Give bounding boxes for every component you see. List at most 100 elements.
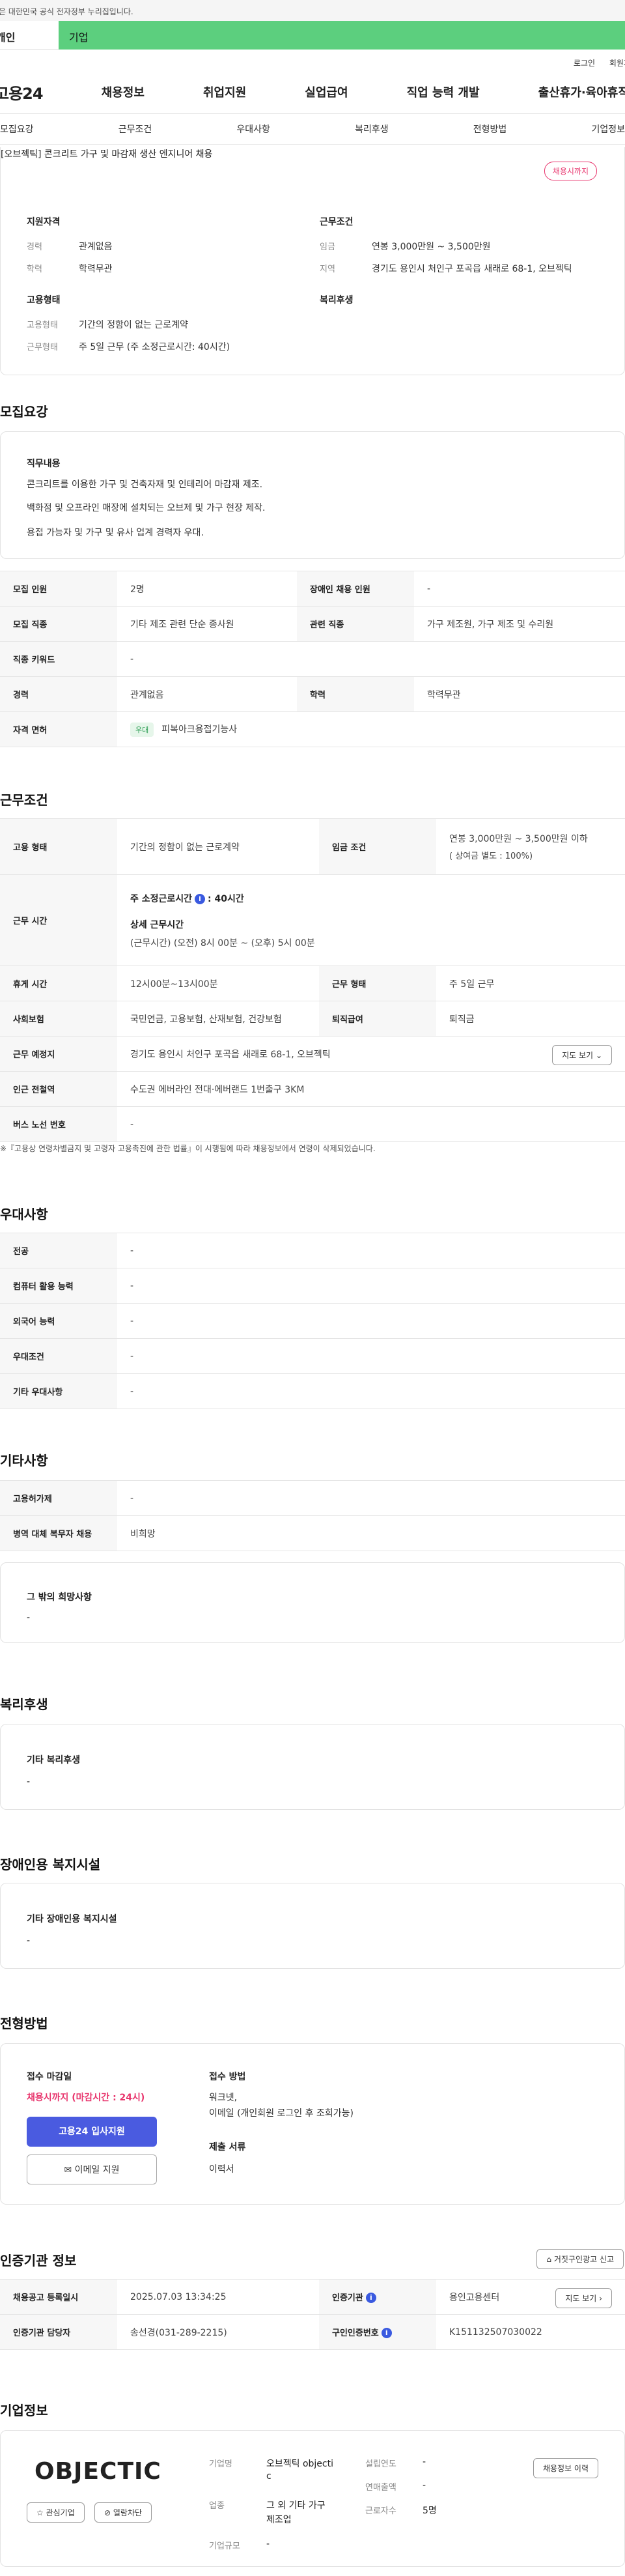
rest-value: 12시00분~13시00분 — [117, 966, 319, 1001]
info-icon[interactable]: i — [381, 2328, 392, 2339]
emp-type-row: 고용형태 기간의 정함이 없는 근로계약 — [27, 318, 230, 331]
pref-row-header: 우대조건 — [0, 1338, 117, 1374]
job-summary-card: [오브젝틱] 콘크리트 가구 및 마감재 생산 엔지니어 채용 채용시까지 지원… — [0, 147, 625, 375]
favorite-company-button[interactable]: ☆ 관심기업 — [27, 2502, 85, 2523]
welfare-group: 복리후생 — [320, 293, 354, 318]
false-ad-report-button[interactable]: ⌂ 거짓구인광고 신고 — [536, 2249, 624, 2269]
age-law-note: ※『고용상 연령차별금지 및 고령자 고용촉진에 관한 법률』이 시행됨에 따라… — [0, 1144, 376, 1153]
apply-button[interactable]: 고용24 입사지원 — [27, 2117, 157, 2147]
agency-map-label: 지도 보기 — [565, 2294, 597, 2303]
bus-header: 버스 노선 번호 — [0, 1106, 117, 1142]
info-icon[interactable]: i — [365, 2293, 376, 2304]
block-icon: ⊘ — [104, 2508, 111, 2517]
method-title: 접수 방법 — [209, 2072, 246, 2082]
subnav-company[interactable]: 기업정보 — [591, 122, 625, 136]
emp-form-row: 근무형태 주 5일 근무 (주 소정근로시간: 40시간) — [27, 340, 230, 353]
pref-row-header: 전공 — [0, 1233, 117, 1268]
qual-career-key: 경력 — [27, 242, 42, 252]
no-header-label: 구인인증번호 — [332, 2328, 379, 2338]
subnav-recruit[interactable]: 모집요강 — [0, 122, 34, 136]
recruit-history-button[interactable]: 채용정보 이력 — [533, 2458, 598, 2478]
email-apply-button[interactable]: ✉ 이메일 지원 — [27, 2154, 157, 2184]
login-link[interactable]: 로그인 — [574, 59, 595, 68]
pref-row-header: 기타 우대사항 — [0, 1373, 117, 1409]
worktype-value: 주 5일 근무 — [436, 966, 625, 1001]
qualification-group: 지원자격 경력 관계없음 학력 학력무관 — [27, 215, 113, 284]
condition-group: 근무조건 임금 연봉 3,000만원 ~ 3,500만원 지역 경기도 용인시 처인… — [320, 215, 572, 284]
table-row: 경력 관계없음 학력 학력무관 — [0, 676, 625, 712]
employment-type-group: 고용형태 고용형태 기간의 정함이 없는 근로계약 근무형태 주 5일 근무 (주 … — [27, 293, 230, 362]
cond-region-row: 지역 경기도 용인시 처인구 포곡읍 새래로 68-1, 오브젝틱 — [320, 262, 572, 275]
pref-row-value: - — [117, 1373, 625, 1409]
table-row: 전공 - — [0, 1233, 625, 1268]
tab-company[interactable]: 기업 — [59, 21, 625, 50]
map-view-button[interactable]: 지도 보기 ⌄ — [552, 1045, 612, 1065]
welfare-section-title: 복리후생 — [0, 1696, 48, 1712]
subway-value: 수도권 에버라인 전대·에버랜드 1번출구 3KM — [117, 1071, 625, 1107]
gnb-menu-training[interactable]: 직업 능력 개발 — [407, 83, 480, 100]
etc-wish-card: 그 밖의 희망사항 - — [0, 1562, 625, 1643]
founded-header: 설립연도 — [365, 2459, 396, 2469]
gnb-menu-unemployment-benefit[interactable]: 실업급여 — [305, 83, 348, 100]
agency-section-title: 인증기관 정보 — [0, 2253, 77, 2268]
emptype-value: 기간의 정함이 없는 근로계약 — [117, 818, 319, 875]
welfare-box-value: - — [27, 1777, 31, 1787]
subnav-process[interactable]: 전형방법 — [473, 122, 507, 136]
place-header: 근무 예정지 — [0, 1036, 117, 1072]
worktype-header: 근무 형태 — [319, 966, 436, 1001]
deadline-badge: 채용시까지 — [544, 162, 597, 180]
table-row: 고용허가제 - — [0, 1480, 625, 1516]
pref-row-value: - — [117, 1268, 625, 1304]
condition-title: 근무조건 — [320, 217, 354, 227]
duty-card: 직무내용 콘크리트를 이용한 가구 및 건축자재 및 인테리어 마감재 제조. … — [0, 431, 625, 559]
pref-row-header: 컴퓨터 활용 능력 — [0, 1268, 117, 1304]
disabled-facility-box-title: 기타 장애인용 복지시설 — [27, 1914, 117, 1925]
career-header: 경력 — [0, 676, 117, 712]
info-icon[interactable]: i — [195, 893, 206, 904]
pref-row-value: - — [117, 1233, 625, 1268]
insurance-header: 사회보험 — [0, 1001, 117, 1037]
company-name-line-2: c — [266, 2471, 271, 2482]
license-header: 자격 면허 — [0, 711, 117, 747]
site-logo[interactable]: 고용24 — [0, 81, 44, 104]
edu-value: 학력무관 — [414, 676, 625, 712]
gnb-menu-employment-support[interactable]: 취업지원 — [203, 83, 246, 100]
mail-icon: ✉ — [64, 2165, 72, 2175]
tab-personal[interactable]: 개인 — [0, 21, 59, 50]
subnav-welfare[interactable]: 복리후생 — [355, 122, 389, 136]
subnav-work[interactable]: 근무조건 — [118, 122, 152, 136]
reg-value: 2025.07.03 13:34:25 — [117, 2279, 319, 2315]
agency-map-button[interactable]: 지도 보기 › — [555, 2288, 612, 2308]
table-row: 휴게 시간 12시00분~13시00분 근무 형태 주 5일 근무 — [0, 966, 625, 1001]
table-row: 사회보험 국민연금, 고용보험, 산재보험, 건강보험 퇴직급여 퇴직금 — [0, 1001, 625, 1037]
join-link[interactable]: 회원가입 — [609, 59, 625, 68]
gnb-menu-leave[interactable]: 출산휴가·육아휴직 — [538, 83, 625, 100]
hours-standard: 주 소정근로시간 i: 40시간 — [130, 892, 612, 905]
block-view-button[interactable]: ⊘ 열람차단 — [94, 2502, 152, 2523]
etc-table: 고용허가제 - 병역 대체 복무자 채용 비희망 — [0, 1480, 625, 1551]
mgr-value: 송선경(031-289-2215) — [117, 2314, 319, 2350]
cond-region-value: 경기도 용인시 처인구 포곡읍 새래로 68-1, 오브젝틱 — [372, 264, 572, 274]
utility-links: 로그인 회원가입 — [0, 50, 625, 70]
emp-form-key: 근무형태 — [27, 343, 58, 352]
table-row: 인증기관 담당자 송선경(031-289-2215) 구인인증번호 i K1511… — [0, 2314, 625, 2350]
etc-row-header: 고용허가제 — [0, 1480, 117, 1516]
table-row: 버스 노선 번호 - — [0, 1106, 625, 1142]
map-view-label: 지도 보기 — [562, 1051, 594, 1060]
disabled-facility-card: 기타 장애인용 복지시설 - — [0, 1883, 625, 1969]
severance-value: 퇴직금 — [436, 1001, 625, 1037]
etc-row-value: - — [117, 1480, 625, 1516]
sales-header: 연매출액 — [365, 2483, 396, 2493]
etc-section-title: 기타사항 — [0, 1453, 48, 1468]
hours-detail-title: 상세 근무시간 — [130, 919, 184, 930]
license-cell: 우대 피복아크용접기능사 — [117, 711, 625, 747]
duty-title: 직무내용 — [27, 459, 61, 469]
size-value: - — [266, 2539, 270, 2549]
pref-row-value: - — [117, 1338, 625, 1374]
no-header: 구인인증번호 i — [319, 2314, 436, 2350]
home-icon: ⌂ — [546, 2255, 552, 2264]
tab-company-label: 기업 — [69, 31, 89, 44]
gnb-menu-jobs[interactable]: 채용정보 — [102, 83, 145, 100]
subnav-pref[interactable]: 우대사항 — [236, 122, 270, 136]
org-header: 인증기관 i — [319, 2279, 436, 2315]
